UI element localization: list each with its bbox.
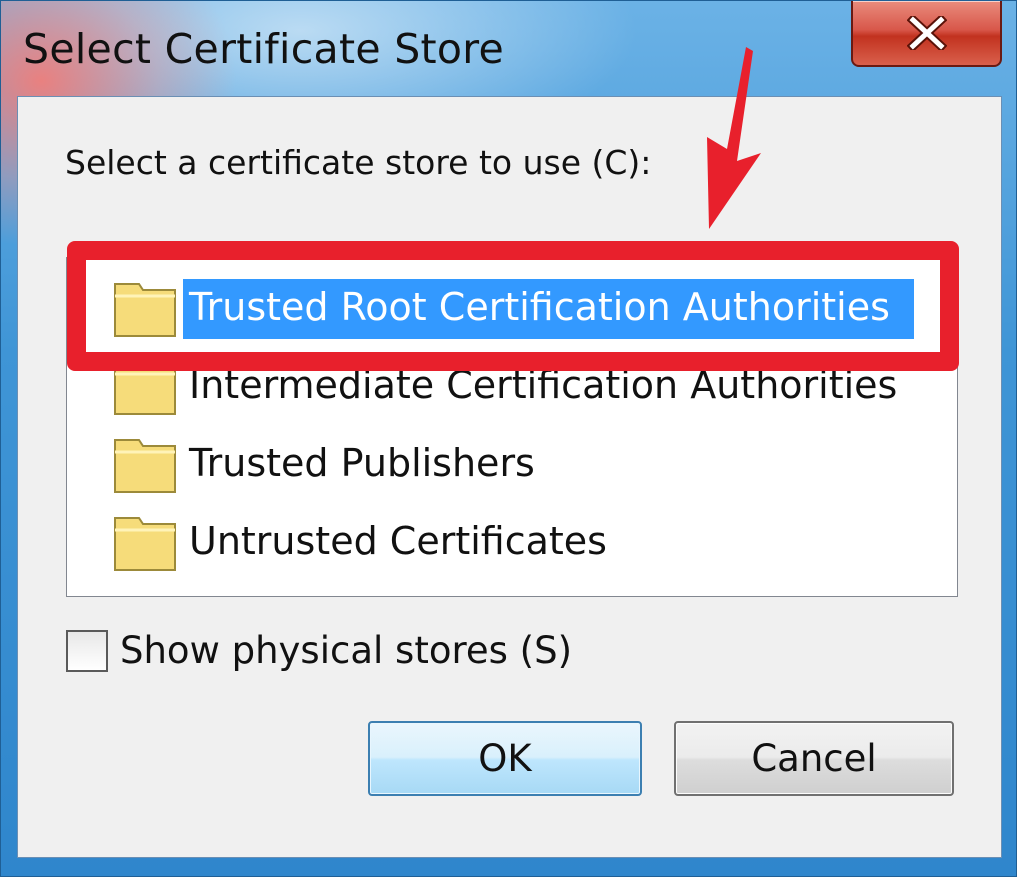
store-item-untrusted[interactable]: Untrusted Certificates: [113, 506, 613, 580]
close-icon: [906, 16, 947, 50]
folder-icon: [114, 283, 176, 337]
folder-icon: [114, 361, 176, 415]
folder-icon: [114, 517, 176, 571]
show-physical-stores-label: Show physical stores (S): [120, 629, 573, 672]
folder-icon: [114, 439, 176, 493]
dialog-window: Select Certificate Store Select a certif…: [0, 0, 1017, 877]
store-item-trusted-root[interactable]: Trusted Root Certification Authorities: [113, 272, 914, 346]
close-button[interactable]: [851, 1, 1002, 67]
store-item-label: Intermediate Certification Authorities: [189, 363, 898, 408]
cancel-button[interactable]: Cancel: [674, 721, 954, 796]
store-item-label: Trusted Root Certification Authorities: [183, 279, 914, 339]
store-item-trusted-publishers[interactable]: Trusted Publishers: [113, 428, 541, 502]
dialog-client-area: Select a certificate store to use (C): T…: [17, 96, 1002, 858]
store-prompt-label: Select a certificate store to use (C):: [65, 143, 652, 182]
show-physical-stores-checkbox[interactable]: [66, 629, 108, 672]
window-title: Select Certificate Store: [23, 25, 505, 73]
ok-button[interactable]: OK: [368, 721, 642, 796]
show-physical-stores-option[interactable]: Show physical stores (S): [66, 629, 572, 672]
store-item-intermediate[interactable]: Intermediate Certification Authorities: [113, 350, 903, 424]
store-item-label: Trusted Publishers: [189, 441, 535, 486]
certificate-store-list[interactable]: Trusted Root Certification Authorities I…: [66, 257, 958, 597]
store-item-label: Untrusted Certificates: [189, 519, 607, 564]
